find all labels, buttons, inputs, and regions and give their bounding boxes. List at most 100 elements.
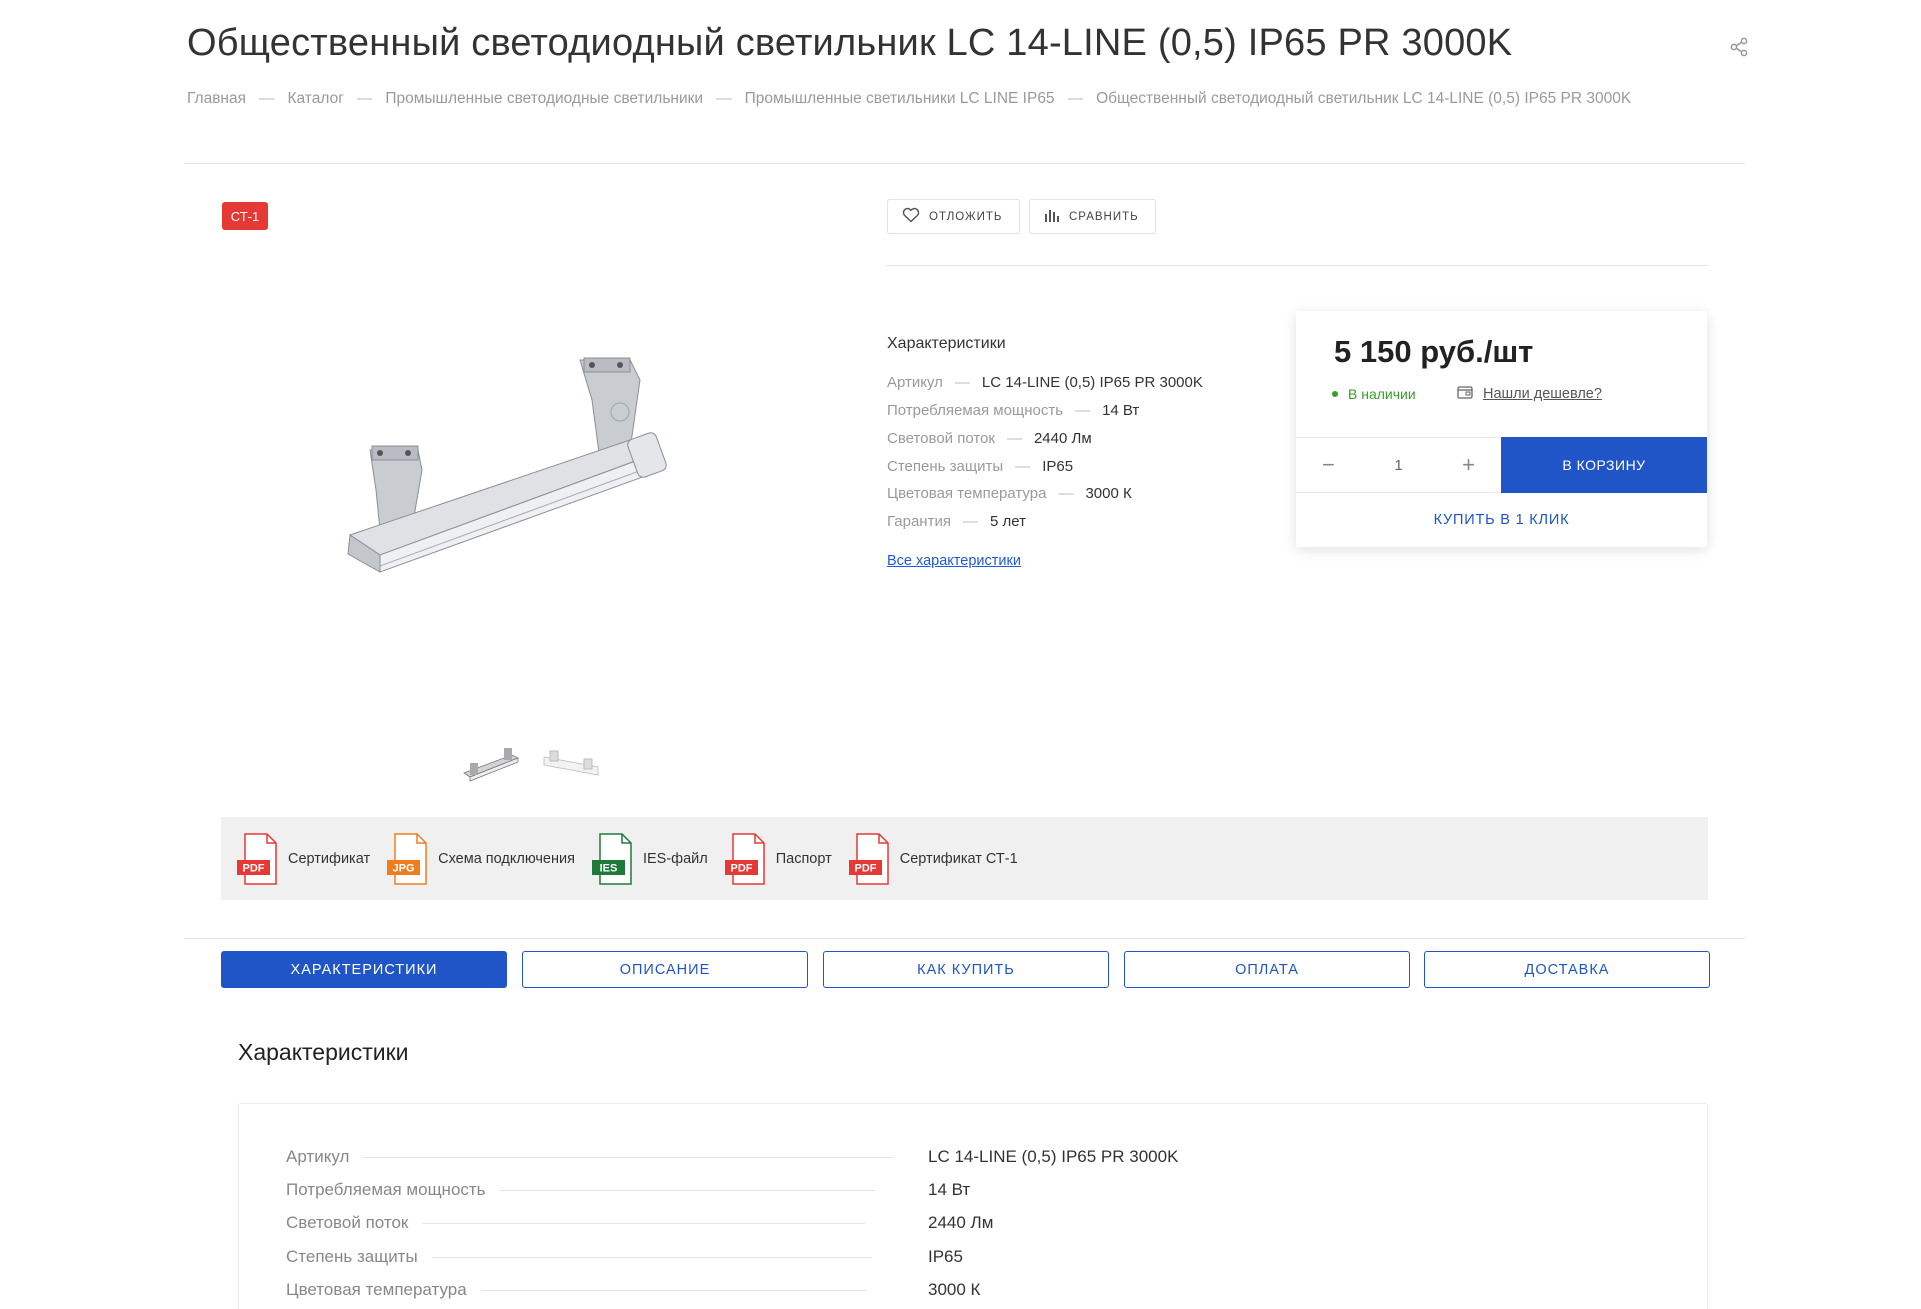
leader-line <box>431 1256 872 1258</box>
section-title: Характеристики <box>238 1039 409 1065</box>
breadcrumb-industrial[interactable]: Промышленные светодиодные светильники <box>385 90 703 108</box>
spec-value: 2440 Лм <box>928 1213 994 1232</box>
page-title: Общественный светодиодный светильник LC … <box>187 22 1513 64</box>
buy-one-click-button[interactable]: КУПИТЬ В 1 КЛИК <box>1296 493 1707 547</box>
documents-bar: PDF Сертификат JPG Схема подключения IES… <box>221 817 1708 900</box>
tab-how-to-buy[interactable]: КАК КУПИТЬ <box>823 951 1109 988</box>
breadcrumb-home[interactable]: Главная <box>187 90 246 108</box>
breadcrumb-separator: — <box>716 90 732 107</box>
stock-label: В наличии <box>1348 386 1416 402</box>
ies-file-icon: IES <box>591 832 637 886</box>
spec-value: 2440 Лм <box>1033 430 1092 447</box>
stock-status: В наличии <box>1332 386 1416 402</box>
thumbnail-1[interactable] <box>460 745 524 787</box>
add-to-cart-button[interactable]: В КОРЗИНУ <box>1501 437 1707 493</box>
spec-value: IP65 <box>1042 458 1074 475</box>
file-label: Схема подключения <box>438 850 575 867</box>
tab-payment[interactable]: ОПЛАТА <box>1124 951 1410 988</box>
leader-line <box>422 1222 866 1224</box>
breadcrumb-separator: — <box>259 90 275 107</box>
thumbnail-2[interactable] <box>540 745 604 787</box>
tab-characteristics[interactable]: ХАРАКТЕРИСТИКИ <box>221 951 507 988</box>
file-type: PDF <box>854 862 876 874</box>
divider <box>886 265 1708 266</box>
pdf-file-icon: PDF <box>724 832 770 886</box>
product-image[interactable] <box>330 340 720 600</box>
short-spec-row: Артикул — LC 14-LINE (0,5) IP65 PR 3000K <box>887 374 1203 391</box>
qty-minus-button[interactable]: − <box>1322 454 1335 476</box>
spec-key: Потребляемая мощность <box>286 1180 486 1199</box>
found-cheaper-label: Нашли дешевле? <box>1483 386 1602 402</box>
heart-icon <box>902 207 920 226</box>
quantity-stepper: − 1 + <box>1296 437 1501 493</box>
wallet-icon <box>1457 385 1473 403</box>
defer-label: ОТЛОЖИТЬ <box>929 210 1003 223</box>
share-icon[interactable] <box>1728 36 1750 58</box>
file-item[interactable]: PDF Сертификат <box>236 832 370 886</box>
spec-key: Световой поток <box>887 430 995 447</box>
short-spec-row: Потребляемая мощность —14 Вт <box>887 402 1140 419</box>
chart-bars-icon <box>1044 207 1060 226</box>
table-row: Артикул LC 14-LINE (0,5) IP65 PR 3000K <box>286 1147 1286 1167</box>
spec-value: 14 Вт <box>1102 402 1140 419</box>
table-row: Потребляемая мощность 14 Вт <box>286 1180 1286 1200</box>
file-item[interactable]: PDF Сертификат СТ-1 <box>848 832 1018 886</box>
spec-key: Степень защиты <box>887 458 1004 475</box>
spec-key: Световой поток <box>286 1213 409 1232</box>
spec-key: Гарантия <box>887 513 951 530</box>
spec-key: Артикул <box>887 374 943 391</box>
spec-key: Потребляемая мощность <box>887 402 1064 419</box>
jpg-file-icon: JPG <box>386 832 432 886</box>
spec-key: Степень защиты <box>286 1247 418 1266</box>
file-type: PDF <box>243 862 265 874</box>
file-type: JPG <box>393 862 415 874</box>
spec-value: 5 лет <box>989 513 1026 530</box>
file-type: IES <box>600 862 618 874</box>
tab-description[interactable]: ОПИСАНИЕ <box>522 951 808 988</box>
file-item[interactable]: JPG Схема подключения <box>386 832 575 886</box>
tab-delivery[interactable]: ДОСТАВКА <box>1424 951 1710 988</box>
compare-button[interactable]: СРАВНИТЬ <box>1029 199 1156 234</box>
defer-button[interactable]: ОТЛОЖИТЬ <box>887 199 1020 234</box>
file-label: Сертификат <box>288 850 371 867</box>
price: 5 150 руб./шт <box>1334 334 1534 369</box>
spec-key: Цветовая температура <box>286 1280 467 1299</box>
pdf-file-icon: PDF <box>848 832 894 886</box>
table-row: Цветовая температура 3000 К <box>286 1280 1286 1300</box>
short-spec-row: Световой поток —2440 Лм <box>887 430 1092 447</box>
stock-dot-icon <box>1332 391 1338 397</box>
divider <box>184 938 1745 939</box>
file-item[interactable]: PDF Паспорт <box>724 832 832 886</box>
all-specs-link[interactable]: Все характеристики <box>887 553 1021 569</box>
file-label: Паспорт <box>775 850 832 867</box>
breadcrumb-separator: — <box>356 90 373 107</box>
leader-line <box>480 1289 866 1291</box>
short-spec-row: Цветовая температура —3000 К <box>887 485 1132 502</box>
pdf-file-icon: PDF <box>236 832 282 886</box>
file-type: PDF <box>730 862 752 874</box>
short-spec-row: Гарантия —5 лет <box>887 513 1026 530</box>
breadcrumb-current: Общественный светодиодный светильник LC … <box>1096 90 1632 107</box>
divider <box>184 163 1745 164</box>
leader-line <box>363 1156 894 1158</box>
spec-value: LC 14-LINE (0,5) IP65 PR 3000K <box>981 374 1203 391</box>
certificate-badge: СТ-1 <box>222 202 268 230</box>
breadcrumb-lc-line[interactable]: Промышленные светильники LC LINE IP65 <box>745 90 1055 108</box>
leader-line <box>499 1189 875 1191</box>
spec-value: 14 Вт <box>928 1180 971 1199</box>
short-spec-row: Степень защиты — IP65 <box>887 458 1074 475</box>
specs-card <box>238 1103 1708 1309</box>
spec-value: LC 14-LINE (0,5) IP65 PR 3000K <box>928 1147 1179 1166</box>
short-specs-title: Характеристики <box>887 335 1006 352</box>
qty-plus-button[interactable]: + <box>1462 454 1475 476</box>
spec-value: IP65 <box>928 1247 963 1266</box>
file-item[interactable]: IES IES-файл <box>591 832 708 886</box>
found-cheaper-link[interactable]: Нашли дешевле? <box>1457 385 1602 403</box>
spec-value: 3000 К <box>1085 485 1132 502</box>
breadcrumb-catalog[interactable]: Каталог <box>288 90 344 108</box>
spec-key: Артикул <box>286 1147 350 1166</box>
file-label: Сертификат СТ-1 <box>899 850 1018 867</box>
spec-value: 3000 К <box>928 1280 981 1299</box>
file-label: IES-файл <box>642 850 708 867</box>
qty-value[interactable]: 1 <box>1394 457 1402 474</box>
